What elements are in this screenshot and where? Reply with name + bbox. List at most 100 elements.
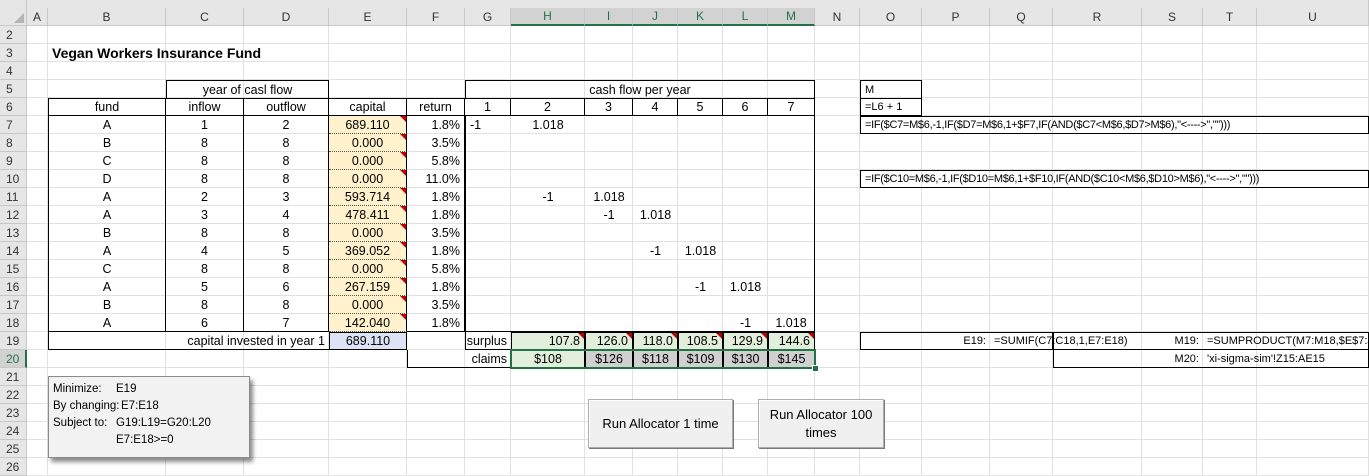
cash-flow-cell[interactable] bbox=[585, 242, 633, 260]
capital-cell[interactable]: 478.411 bbox=[329, 206, 407, 224]
capital-invested-value[interactable]: 689.110 bbox=[329, 332, 407, 350]
column-header-f[interactable]: F bbox=[407, 8, 465, 26]
cash-flow-cell[interactable] bbox=[465, 206, 511, 224]
cash-flow-cell[interactable] bbox=[723, 224, 768, 242]
cash-flow-cell[interactable] bbox=[768, 296, 815, 314]
fund-cell[interactable]: A bbox=[48, 314, 166, 332]
capital-cell[interactable]: 0.000 bbox=[329, 296, 407, 314]
return-cell[interactable]: 3.5% bbox=[407, 224, 465, 242]
fill-handle[interactable] bbox=[812, 365, 819, 372]
cash-flow-cell[interactable] bbox=[633, 116, 678, 134]
header-year-3[interactable]: 3 bbox=[585, 98, 633, 116]
capital-cell[interactable]: 0.000 bbox=[329, 134, 407, 152]
cash-flow-cell[interactable] bbox=[465, 152, 511, 170]
return-cell[interactable]: 1.8% bbox=[407, 206, 465, 224]
cash-flow-cell[interactable] bbox=[511, 314, 585, 332]
surplus-cell[interactable]: 126.0 bbox=[585, 332, 633, 350]
cash-flow-cell[interactable] bbox=[768, 152, 815, 170]
surplus-cell[interactable]: 107.8 bbox=[511, 332, 585, 350]
capital-cell[interactable]: 267.159 bbox=[329, 278, 407, 296]
note-m-formula[interactable]: =L6 + 1 bbox=[860, 98, 922, 116]
cash-flow-cell[interactable] bbox=[723, 260, 768, 278]
cash-flow-cell[interactable] bbox=[465, 296, 511, 314]
cash-flow-cell[interactable] bbox=[465, 188, 511, 206]
column-header-a[interactable]: A bbox=[27, 8, 48, 26]
header-return[interactable]: return bbox=[407, 98, 465, 116]
column-header-l[interactable]: L bbox=[723, 8, 768, 26]
column-header-s[interactable]: S bbox=[1142, 8, 1203, 26]
row-header-12[interactable]: 12 bbox=[0, 206, 27, 224]
cash-flow-cell[interactable] bbox=[678, 116, 723, 134]
cash-flow-cell[interactable] bbox=[633, 278, 678, 296]
inflow-cell[interactable]: 6 bbox=[166, 314, 244, 332]
note-m-label[interactable]: M bbox=[860, 80, 922, 98]
cash-flow-cell[interactable] bbox=[633, 170, 678, 188]
header-year-5[interactable]: 5 bbox=[678, 98, 723, 116]
cash-flow-cell[interactable] bbox=[585, 260, 633, 278]
return-cell[interactable]: 5.8% bbox=[407, 152, 465, 170]
return-cell[interactable]: 11.0% bbox=[407, 170, 465, 188]
row-header-19[interactable]: 19 bbox=[0, 332, 27, 350]
cash-flow-cell[interactable]: 1.018 bbox=[633, 206, 678, 224]
column-header-i[interactable]: I bbox=[585, 8, 633, 26]
claims-label[interactable]: claims bbox=[407, 350, 511, 368]
cash-flow-cell[interactable] bbox=[511, 170, 585, 188]
note-m20-ref[interactable]: M20: bbox=[1053, 350, 1203, 368]
cash-flow-cell[interactable] bbox=[465, 314, 511, 332]
cash-flow-cell[interactable] bbox=[585, 296, 633, 314]
fund-cell[interactable]: A bbox=[48, 188, 166, 206]
cash-flow-cell[interactable] bbox=[511, 134, 585, 152]
cash-flow-cell[interactable] bbox=[723, 296, 768, 314]
cash-flow-cell[interactable] bbox=[585, 152, 633, 170]
row-header-15[interactable]: 15 bbox=[0, 260, 27, 278]
return-cell[interactable]: 1.8% bbox=[407, 116, 465, 134]
header-cash-flow-per-year[interactable]: cash flow per year bbox=[465, 80, 815, 98]
note-e19-formula[interactable]: =SUMIF(C7:C18,1,E7:E18) bbox=[990, 332, 1128, 350]
cash-flow-cell[interactable] bbox=[678, 134, 723, 152]
claims-cell[interactable]: $118 bbox=[633, 350, 678, 368]
cash-flow-cell[interactable] bbox=[678, 170, 723, 188]
capital-cell[interactable]: 142.040 bbox=[329, 314, 407, 332]
row-header-22[interactable]: 22 bbox=[0, 386, 27, 404]
row-header-21[interactable]: 21 bbox=[0, 368, 27, 386]
capital-cell[interactable]: 0.000 bbox=[329, 224, 407, 242]
cash-flow-cell[interactable] bbox=[585, 224, 633, 242]
cash-flow-cell[interactable] bbox=[768, 170, 815, 188]
cash-flow-cell[interactable] bbox=[511, 242, 585, 260]
row-header-9[interactable]: 9 bbox=[0, 152, 27, 170]
column-header-e[interactable]: E bbox=[329, 8, 407, 26]
cash-flow-cell[interactable] bbox=[723, 152, 768, 170]
row-header-17[interactable]: 17 bbox=[0, 296, 27, 314]
cash-flow-cell[interactable]: 1.018 bbox=[723, 278, 768, 296]
row-header-20[interactable]: 20 bbox=[0, 350, 27, 368]
fund-cell[interactable]: B bbox=[48, 224, 166, 242]
surplus-cell[interactable]: 129.9 bbox=[723, 332, 768, 350]
header-outflow[interactable]: outflow bbox=[244, 98, 329, 116]
cash-flow-cell[interactable] bbox=[768, 134, 815, 152]
cash-flow-cell[interactable] bbox=[678, 314, 723, 332]
header-year-4[interactable]: 4 bbox=[633, 98, 678, 116]
cash-flow-cell[interactable] bbox=[723, 206, 768, 224]
inflow-cell[interactable]: 5 bbox=[166, 278, 244, 296]
inflow-cell[interactable]: 1 bbox=[166, 116, 244, 134]
column-header-t[interactable]: T bbox=[1203, 8, 1257, 26]
cash-flow-cell[interactable] bbox=[511, 260, 585, 278]
row-header-5[interactable]: 5 bbox=[0, 80, 27, 98]
cash-flow-cell[interactable] bbox=[465, 242, 511, 260]
cash-flow-cell[interactable] bbox=[465, 134, 511, 152]
capital-cell[interactable]: 369.052 bbox=[329, 242, 407, 260]
cash-flow-cell[interactable] bbox=[768, 188, 815, 206]
outflow-cell[interactable]: 8 bbox=[244, 170, 329, 188]
note-m20-formula[interactable]: 'xi-sigma-sim'!Z15:AE15 bbox=[1203, 350, 1369, 368]
inflow-cell[interactable]: 8 bbox=[166, 170, 244, 188]
fund-cell[interactable]: A bbox=[48, 116, 166, 134]
header-inflow[interactable]: inflow bbox=[166, 98, 244, 116]
cash-flow-cell[interactable] bbox=[768, 278, 815, 296]
fund-cell[interactable]: B bbox=[48, 134, 166, 152]
inflow-cell[interactable]: 8 bbox=[166, 224, 244, 242]
claims-cell[interactable]: $108 bbox=[511, 350, 585, 368]
header-capital[interactable]: capital bbox=[329, 98, 407, 116]
outflow-cell[interactable]: 8 bbox=[244, 296, 329, 314]
row-header-3[interactable]: 3 bbox=[0, 44, 27, 62]
row-header-18[interactable]: 18 bbox=[0, 314, 27, 332]
